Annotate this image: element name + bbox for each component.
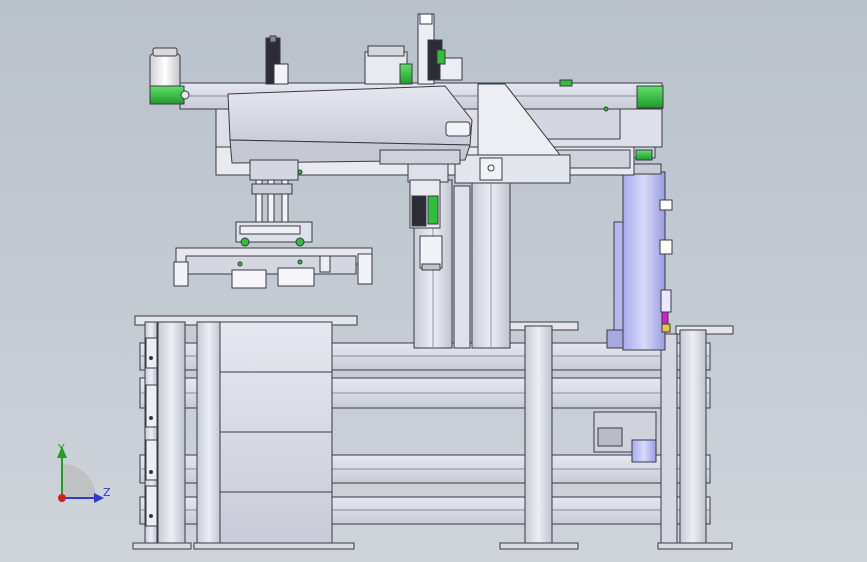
foot-center[interactable] — [499, 542, 579, 550]
frame-panel-box[interactable] — [219, 321, 333, 545]
actuator-body[interactable] — [622, 171, 666, 351]
actuator-sensor-magenta — [661, 311, 669, 325]
x-axis-motor-coupling[interactable] — [149, 85, 185, 105]
gantry-end-cap-right[interactable] — [636, 85, 664, 109]
secondary-gripper-jaw[interactable] — [419, 235, 443, 269]
post-left-b[interactable] — [196, 321, 222, 549]
x-axis-motor[interactable] — [149, 47, 190, 105]
carriage-housing[interactable] — [227, 85, 473, 146]
post-right-inner[interactable] — [660, 333, 678, 549]
cad-viewport[interactable]: Y Z — [0, 0, 867, 562]
gripper-finger-left[interactable] — [173, 261, 189, 287]
foot-right[interactable] — [657, 542, 733, 550]
post-left-a[interactable] — [157, 321, 186, 549]
gripper-finger-right[interactable] — [357, 253, 373, 285]
triad-y-label: Y — [57, 442, 65, 455]
triad-quadrant — [62, 464, 96, 498]
post-center[interactable] — [524, 325, 553, 549]
triad-z-label: Z — [103, 486, 111, 499]
post-right[interactable] — [679, 329, 707, 549]
machine-assembly-view[interactable]: Y Z — [0, 0, 867, 562]
gripper-assembly[interactable] — [173, 159, 373, 289]
foot-left[interactable] — [132, 542, 192, 550]
foot-left-inner[interactable] — [193, 542, 355, 550]
gripper-sensor-left — [240, 237, 250, 247]
lower-motor-cylinder[interactable] — [631, 439, 657, 463]
coordinate-triad: Y Z — [57, 442, 111, 503]
gripper-sensor-right — [295, 237, 305, 247]
triad-x-axis-origin — [58, 494, 66, 502]
x-axis-motor-body[interactable] — [149, 53, 181, 89]
